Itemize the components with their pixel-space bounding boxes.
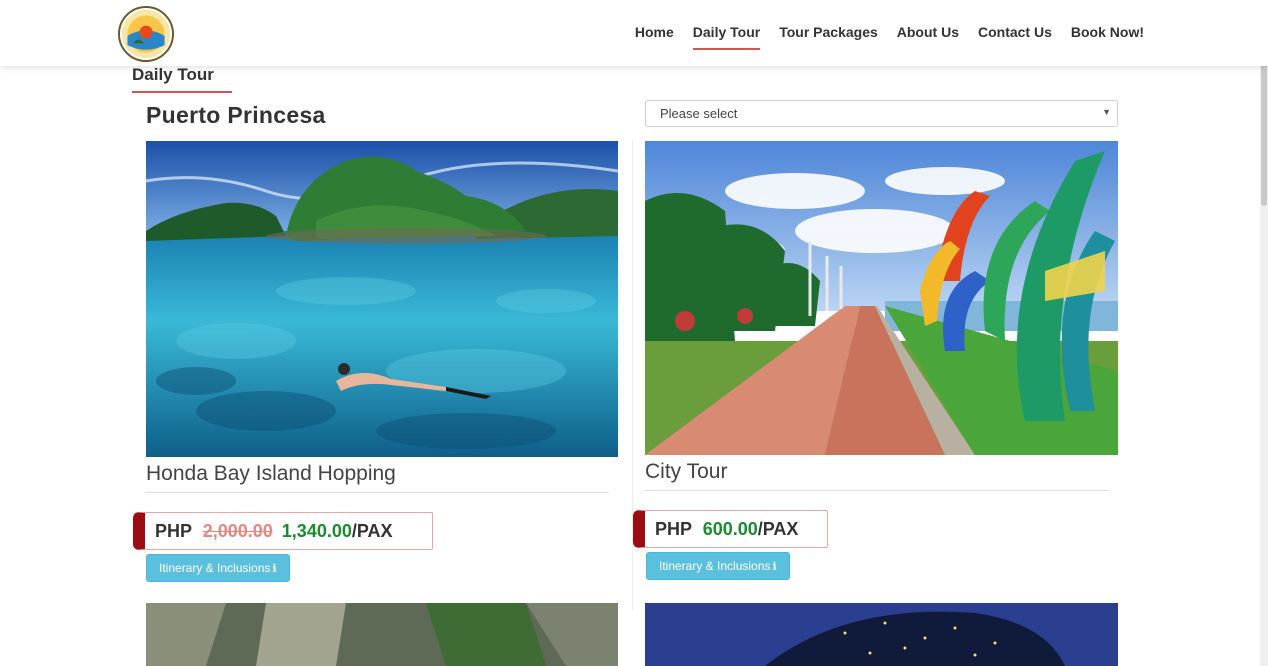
itinerary-button-label: Itinerary & Inclusions — [159, 561, 271, 575]
tour-select-dropdown[interactable]: Please select ▼ — [645, 100, 1118, 127]
price-unit: /PAX — [757, 519, 799, 539]
nav-about-us[interactable]: About Us — [897, 22, 959, 42]
nav-daily-tour[interactable]: Daily Tour — [692, 22, 761, 50]
tour-image-honda-bay[interactable] — [146, 141, 618, 457]
page-scrollbar[interactable] — [1260, 0, 1268, 666]
baywalk-image — [645, 141, 1118, 455]
current-price: 1,340.00 — [281, 521, 352, 541]
chevron-down-icon: ▼ — [1102, 107, 1111, 117]
tour-name-city-tour[interactable]: City Tour — [645, 460, 1109, 491]
price-currency: PHP — [655, 519, 692, 539]
price-box-city-tour: PHP 600.00/PAX — [633, 510, 828, 548]
current-price: 600.00 — [702, 519, 758, 539]
nav-book-now[interactable]: Book Now! — [1071, 22, 1144, 42]
main-nav: Home Daily Tour Tour Packages About Us C… — [616, 22, 1144, 50]
price-unit: /PAX — [351, 521, 393, 541]
island-snorkel-image — [146, 141, 618, 457]
tour-image-city-tour[interactable] — [645, 141, 1118, 455]
tour-name-honda-bay[interactable]: Honda Bay Island Hopping — [146, 462, 609, 493]
section-title: Daily Tour — [132, 64, 232, 93]
itinerary-button-city-tour[interactable]: Itinerary & Inclusions ℹ — [646, 552, 790, 580]
nav-contact-us[interactable]: Contact Us — [978, 22, 1052, 42]
info-icon: ℹ — [772, 561, 777, 573]
old-price: 2,000.00 — [202, 521, 273, 541]
price-box-honda-bay: PHP 2,000.00 1,340.00/PAX — [133, 512, 433, 550]
tour-image-next-right[interactable] — [645, 603, 1118, 666]
info-icon: ℹ — [272, 563, 277, 575]
site-header: Home Daily Tour Tour Packages About Us C… — [0, 0, 1268, 66]
nav-home[interactable]: Home — [635, 22, 674, 42]
tour-image-next-left[interactable] — [146, 603, 618, 666]
logo-emblem-icon — [121, 9, 171, 59]
site-logo[interactable] — [118, 6, 174, 62]
cliff-lagoon-image — [146, 603, 618, 666]
nav-tour-packages[interactable]: Tour Packages — [779, 22, 878, 42]
itinerary-button-label: Itinerary & Inclusions — [659, 559, 771, 573]
price-currency: PHP — [155, 521, 192, 541]
itinerary-button-honda-bay[interactable]: Itinerary & Inclusions ℹ — [146, 554, 290, 582]
firefly-night-image — [645, 603, 1118, 666]
select-placeholder: Please select — [660, 106, 738, 121]
city-title: Puerto Princesa — [146, 102, 326, 128]
